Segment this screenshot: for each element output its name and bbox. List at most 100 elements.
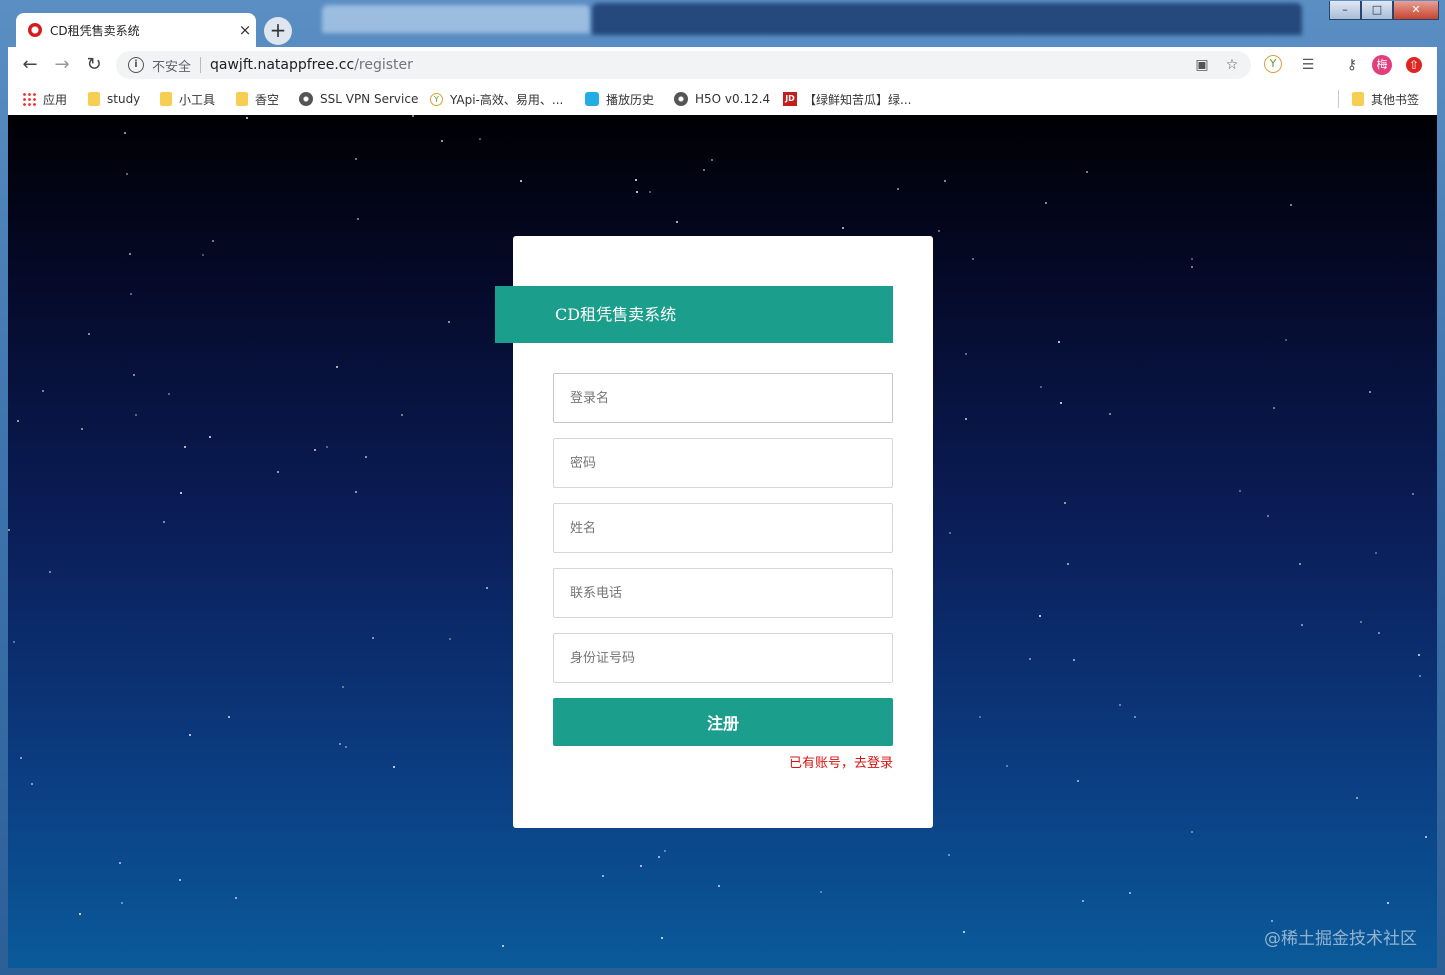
yapi-extension-icon[interactable]: Y bbox=[1264, 55, 1282, 73]
bookmark-xiangkong[interactable]: 香空 bbox=[236, 83, 279, 115]
star-dot bbox=[326, 446, 328, 448]
new-tab-button[interactable]: + bbox=[264, 17, 292, 45]
jd-icon: JD bbox=[783, 92, 797, 106]
star-dot bbox=[1067, 563, 1069, 565]
star-dot bbox=[1378, 632, 1380, 634]
bookmark-star-icon[interactable]: ☆ bbox=[1223, 56, 1241, 74]
star-dot bbox=[163, 521, 165, 523]
register-card: CD租凭售卖系统 注册 已有账号，去登录 bbox=[495, 236, 933, 828]
bookmark-label: YApi-高效、易用、... bbox=[450, 92, 564, 107]
star-dot bbox=[1064, 502, 1066, 504]
folder-icon bbox=[1352, 92, 1364, 106]
username-input[interactable] bbox=[553, 373, 893, 423]
bookmark-label: 其他书签 bbox=[1371, 92, 1420, 107]
star-dot bbox=[636, 191, 638, 193]
key-icon[interactable]: ⚷ bbox=[1342, 55, 1362, 75]
bookmark-label: 应用 bbox=[43, 92, 68, 107]
forward-arrow-icon[interactable]: → bbox=[50, 53, 74, 77]
star-dot bbox=[1271, 920, 1273, 922]
folder-icon bbox=[160, 92, 172, 106]
site-favicon-icon bbox=[28, 23, 42, 37]
star-dot bbox=[1077, 780, 1079, 782]
name-input[interactable] bbox=[553, 503, 893, 553]
profile-avatar[interactable]: 梅 bbox=[1372, 55, 1392, 75]
bookmark-history[interactable]: 播放历史 bbox=[585, 83, 654, 115]
media-queue-icon[interactable]: ☰ bbox=[1298, 55, 1318, 75]
star-dot bbox=[479, 138, 481, 140]
go-login-link[interactable]: 已有账号，去登录 bbox=[789, 752, 893, 771]
url-path: /register bbox=[354, 57, 413, 73]
star-dot bbox=[703, 169, 705, 171]
star-dot bbox=[314, 449, 316, 451]
idcard-input[interactable] bbox=[553, 633, 893, 683]
star-dot bbox=[336, 366, 338, 368]
page-viewport: CD租凭售卖系统 注册 已有账号，去登录 bbox=[8, 115, 1437, 968]
star-dot bbox=[133, 374, 135, 376]
star-dot bbox=[949, 532, 951, 534]
bookmark-label: 【绿鲜知苦瓜】绿... bbox=[804, 92, 912, 107]
star-dot bbox=[1119, 704, 1121, 706]
bookmark-h5o[interactable]: H5O v0.12.4 bbox=[674, 83, 770, 115]
star-dot bbox=[965, 418, 967, 420]
phone-input[interactable] bbox=[553, 568, 893, 618]
update-arrow-icon[interactable]: ⇧ bbox=[1406, 57, 1422, 73]
back-arrow-icon[interactable]: ← bbox=[18, 53, 42, 77]
background-tab[interactable] bbox=[322, 5, 590, 33]
star-dot bbox=[664, 850, 666, 852]
star-dot bbox=[486, 587, 488, 589]
star-dot bbox=[1129, 892, 1131, 894]
star-dot bbox=[180, 492, 182, 494]
reload-icon[interactable]: ↻ bbox=[82, 53, 106, 77]
star-dot bbox=[449, 638, 451, 640]
globe-icon bbox=[674, 92, 688, 106]
bookmark-yapi[interactable]: Y YApi-高效、易用、... bbox=[430, 83, 563, 115]
register-button[interactable]: 注册 bbox=[553, 698, 893, 746]
star-dot bbox=[1082, 900, 1084, 902]
star-dot bbox=[820, 891, 822, 893]
star-dot bbox=[1387, 902, 1389, 904]
info-icon[interactable]: i bbox=[128, 57, 144, 73]
star-dot bbox=[365, 456, 367, 458]
bookmark-tools[interactable]: 小工具 bbox=[160, 83, 215, 115]
address-bar[interactable]: i 不安全 qawjft.natappfree.cc/register ▣ ☆ bbox=[116, 51, 1251, 79]
star-dot bbox=[676, 221, 678, 223]
folder-icon bbox=[88, 92, 100, 106]
star-dot bbox=[1239, 490, 1241, 492]
star-dot bbox=[1109, 413, 1111, 415]
password-input[interactable] bbox=[553, 438, 893, 488]
window-frame: – □ ✕ CD租凭售卖系统 × + ← → ↻ i 不安全 qawjft.na… bbox=[0, 0, 1445, 975]
star-dot bbox=[179, 879, 181, 881]
star-dot bbox=[1418, 654, 1420, 656]
bookmarks-divider bbox=[1338, 90, 1339, 108]
star-dot bbox=[1299, 563, 1301, 565]
star-dot bbox=[1375, 552, 1377, 554]
bookmark-jd[interactable]: JD 【绿鲜知苦瓜】绿... bbox=[783, 83, 911, 115]
translate-icon[interactable]: ▣ bbox=[1193, 56, 1211, 74]
star-dot bbox=[1360, 621, 1362, 623]
bookmark-ssl-vpn[interactable]: SSL VPN Service bbox=[299, 83, 418, 115]
tab-active[interactable]: CD租凭售卖系统 × bbox=[16, 13, 256, 47]
star-dot bbox=[897, 188, 899, 190]
bookmark-study[interactable]: study bbox=[88, 83, 140, 115]
url-host: qawjft.natappfree.cc bbox=[210, 57, 355, 73]
star-dot bbox=[1191, 831, 1193, 833]
star-dot bbox=[1058, 341, 1060, 343]
star-dot bbox=[17, 420, 19, 422]
apps-icon bbox=[22, 92, 36, 106]
star-dot bbox=[126, 173, 128, 175]
star-dot bbox=[1290, 204, 1292, 206]
folder-icon bbox=[236, 92, 248, 106]
minimize-button[interactable]: – bbox=[1329, 1, 1361, 20]
omnibox-divider bbox=[200, 57, 202, 73]
star-dot bbox=[189, 734, 191, 736]
bookmark-other[interactable]: 其他书签 bbox=[1352, 83, 1419, 115]
watermark: @稀土掘金技术社区 bbox=[1264, 929, 1417, 949]
star-dot bbox=[441, 140, 443, 142]
tab-close-icon[interactable]: × bbox=[234, 21, 256, 39]
star-dot bbox=[130, 293, 132, 295]
maximize-button[interactable]: □ bbox=[1361, 1, 1393, 20]
star-dot bbox=[202, 254, 204, 256]
bookmark-label: study bbox=[107, 92, 141, 106]
close-window-button[interactable]: ✕ bbox=[1393, 1, 1439, 20]
bookmark-apps[interactable]: 应用 bbox=[22, 83, 67, 115]
